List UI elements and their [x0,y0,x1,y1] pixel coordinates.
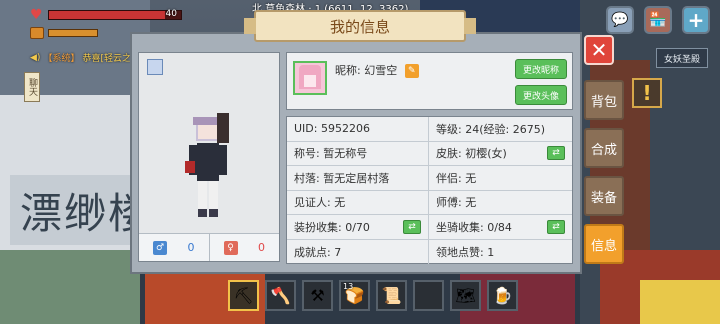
fan-cell[interactable]: ♀ 0 [208,234,280,261]
health-bar: 40 [48,9,182,20]
pickaxe-icon: ⛏ [233,286,254,305]
swap-icon[interactable]: ⇄ [547,219,565,234]
avatar[interactable] [293,61,327,95]
hotbar-slot[interactable]: 🍞 13 [339,280,370,311]
hotbar-slot[interactable] [413,280,444,311]
hotbar-slot[interactable]: 🍺 [487,280,518,311]
exclamation-icon[interactable]: ! [632,78,662,108]
info-cell: 领地点赞: 1 [429,240,572,265]
info-text: 装扮收集: 0/70 [294,220,370,234]
info-text: 等级: 24(经验: 2675) [436,122,545,136]
info-text: 成就点: 7 [294,245,342,259]
map-icon: 🗺 [455,286,476,305]
hotbar-slot[interactable]: 🪓 [265,280,296,311]
info-cell: 伴侣: 无 [429,166,572,191]
follow-icon: ♂ [153,240,167,255]
swap-icon[interactable]: ⇄ [403,219,421,234]
top-right-toolbar: 💬 🏪 + [606,6,710,34]
slot-count: 13 [343,282,354,291]
character-model [185,113,229,217]
info-text: 村落: 暂无定居村落 [294,171,390,185]
hotbar-slot[interactable]: ⚒ [302,280,333,311]
close-button[interactable]: ✕ [584,35,614,65]
info-cell: 师傅: 无 [429,191,572,215]
info-text: 皮肤: 初樱(女) [436,147,507,161]
health-bar-fill [49,11,166,19]
info-cell: 皮肤: 初樱(女) ⇄ [429,142,572,166]
info-cell: 称号: 暂无称号 [287,141,429,166]
info-cell: 坐骑收集: 0/84 ⇄ [429,215,572,240]
tab-1[interactable]: 合成 [584,128,624,168]
change-nickname-button[interactable]: 更改昵称 [515,59,567,79]
nickname-value: 幻雪空 [364,64,398,77]
info-cell: 装扮收集: 0/70 ⇄ [287,215,429,240]
edit-icon[interactable]: ✎ [404,64,419,78]
info-cell: 成就点: 7 [287,239,429,264]
fan-icon: ♀ [223,240,238,255]
heart-icon: ♥ [30,7,43,23]
follow-cell[interactable]: ♂ 0 [139,234,209,261]
server-label: 女妖圣殿 [656,48,708,68]
hunger-bar-row [30,27,98,39]
follow-count: 0 [187,241,195,254]
profile-header: 昵称: 幻雪空 ✎ 更改昵称 更改头像 [286,52,573,110]
health-bar-row: ♥ 40 [30,8,182,22]
nickname-row: 昵称: 幻雪空 ✎ [335,62,419,78]
hotbar-slot[interactable]: ⛏ [228,280,259,311]
info-cell: 村落: 暂无定居村落 [287,166,429,191]
swap-icon[interactable]: ⇄ [547,146,565,161]
change-avatar-button[interactable]: 更改头像 [515,85,567,105]
shop-icon[interactable]: 🏪 [644,6,672,34]
terrain-block [640,280,720,324]
scroll-icon: 📜 [381,286,402,305]
chat-icon[interactable]: 💬 [606,6,634,34]
avatar-face [304,75,316,87]
info-text: 领地点赞: 1 [436,245,495,259]
plus-icon[interactable]: + [682,6,710,34]
hotbar-slot[interactable]: 📜 [376,280,407,311]
info-cell: 等级: 24(经验: 2675) [429,117,572,142]
character-corner-icon [147,59,163,75]
fan-count: 0 [258,241,265,254]
axe-icon: 🪓 [270,286,291,305]
info-cell: UID: 5952206 [287,117,429,142]
character-preview: ♂ 0 ♀ 0 [138,52,280,262]
hotbar: ⛏ 🪓 ⚒ 🍞 13 📜 🗺 🍺 [228,280,518,311]
hunger-icon [30,27,44,39]
tab-0[interactable]: 背包 [584,80,624,120]
info-text: 称号: 暂无称号 [294,147,368,161]
terrain-block [0,250,140,324]
info-text: UID: 5952206 [294,122,370,136]
tab-3[interactable]: 信息 [584,224,624,264]
info-grid: UID: 5952206 等级: 24(经验: 2675) 称号: 暂无称号 皮肤: … [286,116,573,264]
speaker-icon: ◀) [30,52,41,63]
tab-2[interactable]: 装备 [584,176,624,216]
system-message-tag: 【系统】 [43,54,80,64]
info-text: 师傅: 无 [436,196,477,210]
info-text: 见证人: 无 [294,196,346,210]
hunger-bar [48,29,98,37]
panel-title: 我的信息 [244,10,476,42]
info-text: 坐骑收集: 0/84 [436,220,512,234]
hotbar-slot[interactable]: 🗺 [450,280,481,311]
social-counts: ♂ 0 ♀ 0 [139,233,279,261]
drink-icon: 🍺 [492,286,513,305]
chat-tab[interactable]: 聊天 [24,72,40,102]
side-tabs: 背包 合成 装备 信息 [584,80,624,264]
info-cell: 见证人: 无 [287,190,429,215]
shovel-icon: ⚒ [310,286,325,305]
nickname-label: 昵称: [335,64,361,77]
health-value: 40 [165,9,177,19]
info-text: 伴侣: 无 [436,171,477,185]
